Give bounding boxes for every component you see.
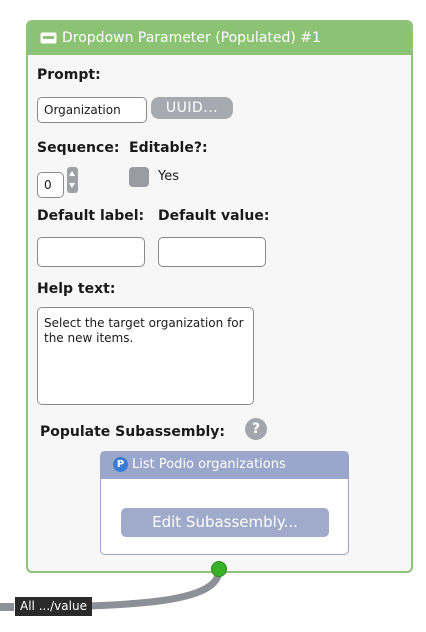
- subassembly-header[interactable]: P List Podio organizations: [101, 452, 348, 479]
- help-text-label: Help text:: [37, 281, 116, 297]
- dropdown-parameter-node[interactable]: Dropdown Parameter (Populated) #1 Prompt…: [26, 20, 413, 573]
- default-value-input[interactable]: [158, 237, 266, 267]
- sequence-input[interactable]: 0: [37, 172, 64, 198]
- wire-label: All .../value: [15, 597, 92, 616]
- prompt-value: Organization: [44, 103, 121, 117]
- podio-icon: P: [113, 457, 128, 472]
- default-value-label: Default value:: [158, 208, 270, 224]
- sequence-stepper[interactable]: [67, 167, 78, 193]
- stepper-down-icon[interactable]: [69, 183, 75, 188]
- output-port[interactable]: [211, 561, 227, 577]
- help-text-textarea[interactable]: Select the target organization for the n…: [37, 307, 254, 405]
- node-header[interactable]: Dropdown Parameter (Populated) #1: [28, 22, 411, 55]
- stepper-up-icon[interactable]: [69, 171, 75, 176]
- populate-subassembly-label: Populate Subassembly:: [40, 424, 225, 440]
- editable-checkbox[interactable]: [129, 167, 149, 187]
- editable-label: Editable?:: [129, 140, 208, 156]
- prompt-input[interactable]: Organization: [37, 97, 147, 123]
- subassembly-panel: P List Podio organizations Edit Subassem…: [100, 451, 349, 555]
- uuid-button[interactable]: UUID...: [151, 97, 233, 119]
- prompt-label: Prompt:: [37, 67, 101, 83]
- help-icon[interactable]: ?: [245, 418, 267, 440]
- keyboard-field-icon: [40, 32, 57, 44]
- help-text-value: Select the target organization for the n…: [44, 316, 244, 345]
- editable-option-label: Yes: [158, 169, 179, 184]
- node-title: Dropdown Parameter (Populated) #1: [62, 30, 321, 46]
- subassembly-name: List Podio organizations: [132, 457, 286, 472]
- default-label-label: Default label:: [37, 208, 145, 224]
- sequence-value: 0: [44, 178, 52, 192]
- edit-subassembly-button[interactable]: Edit Subassembly...: [121, 508, 329, 537]
- sequence-label: Sequence:: [37, 140, 120, 156]
- default-label-input[interactable]: [37, 237, 145, 267]
